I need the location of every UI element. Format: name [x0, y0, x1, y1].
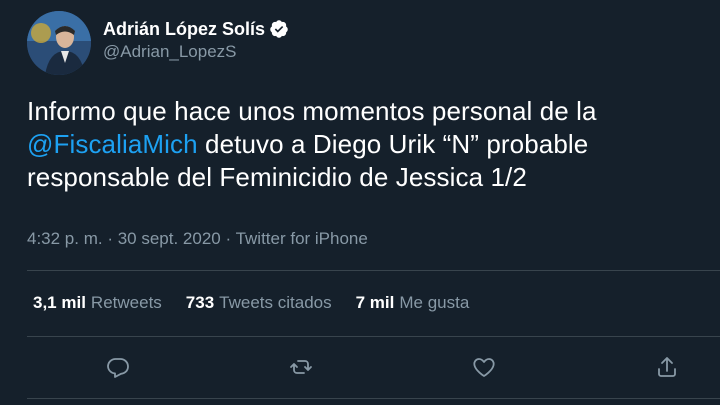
tweet-card: Adrián López Solís @Adrian_LopezS Inform… — [0, 0, 720, 405]
likes-stat[interactable]: 7 mil Me gusta — [356, 292, 470, 314]
quotes-stat[interactable]: 733 Tweets citados — [186, 292, 332, 314]
likes-count: 7 mil — [355, 293, 395, 312]
meta-separator: · — [102, 229, 118, 248]
quotes-label: Tweets citados — [219, 293, 332, 312]
tweet-text: Informo que hace unos momentos personal … — [27, 95, 707, 194]
verified-badge-icon — [269, 19, 289, 39]
author-handle[interactable]: @Adrian_LopezS — [103, 41, 289, 63]
share-icon — [658, 357, 676, 377]
tweet-date[interactable]: 30 sept. 2020 — [118, 229, 221, 248]
divider — [27, 336, 720, 337]
divider — [27, 398, 720, 399]
tweet-header: Adrián López Solís @Adrian_LopezS — [27, 11, 289, 75]
tweet-source[interactable]: Twitter for iPhone — [236, 229, 368, 248]
heart-icon — [473, 358, 495, 377]
retweet-icon — [290, 360, 312, 374]
share-button[interactable] — [652, 352, 682, 382]
retweet-button[interactable] — [286, 352, 316, 382]
retweets-count: 3,1 mil — [33, 293, 86, 312]
retweets-stat[interactable]: 3,1 mil Retweets — [33, 292, 162, 314]
author-name-row[interactable]: Adrián López Solís — [103, 18, 289, 40]
tweet-time[interactable]: 4:32 p. m. — [27, 229, 103, 248]
avatar-image — [27, 11, 91, 75]
meta-separator: · — [220, 229, 236, 248]
author-name[interactable]: Adrián López Solís — [103, 18, 265, 40]
reply-icon — [107, 358, 129, 378]
tweet-text-part-1: Informo que hace unos momentos personal … — [27, 96, 597, 126]
tweet-stats: 3,1 mil Retweets 733 Tweets citados 7 mi… — [33, 292, 493, 314]
quotes-count: 733 — [185, 293, 215, 312]
like-button[interactable] — [469, 352, 499, 382]
reply-button[interactable] — [103, 352, 133, 382]
likes-label: Me gusta — [399, 293, 470, 312]
retweets-label: Retweets — [90, 293, 162, 312]
tweet-actions — [0, 352, 720, 382]
mention-link[interactable]: @FiscaliaMich — [27, 129, 198, 159]
divider — [27, 270, 720, 271]
author-names: Adrián López Solís @Adrian_LopezS — [103, 18, 289, 63]
avatar[interactable] — [27, 11, 91, 75]
tweet-meta: 4:32 p. m. · 30 sept. 2020 · Twitter for… — [27, 228, 368, 250]
